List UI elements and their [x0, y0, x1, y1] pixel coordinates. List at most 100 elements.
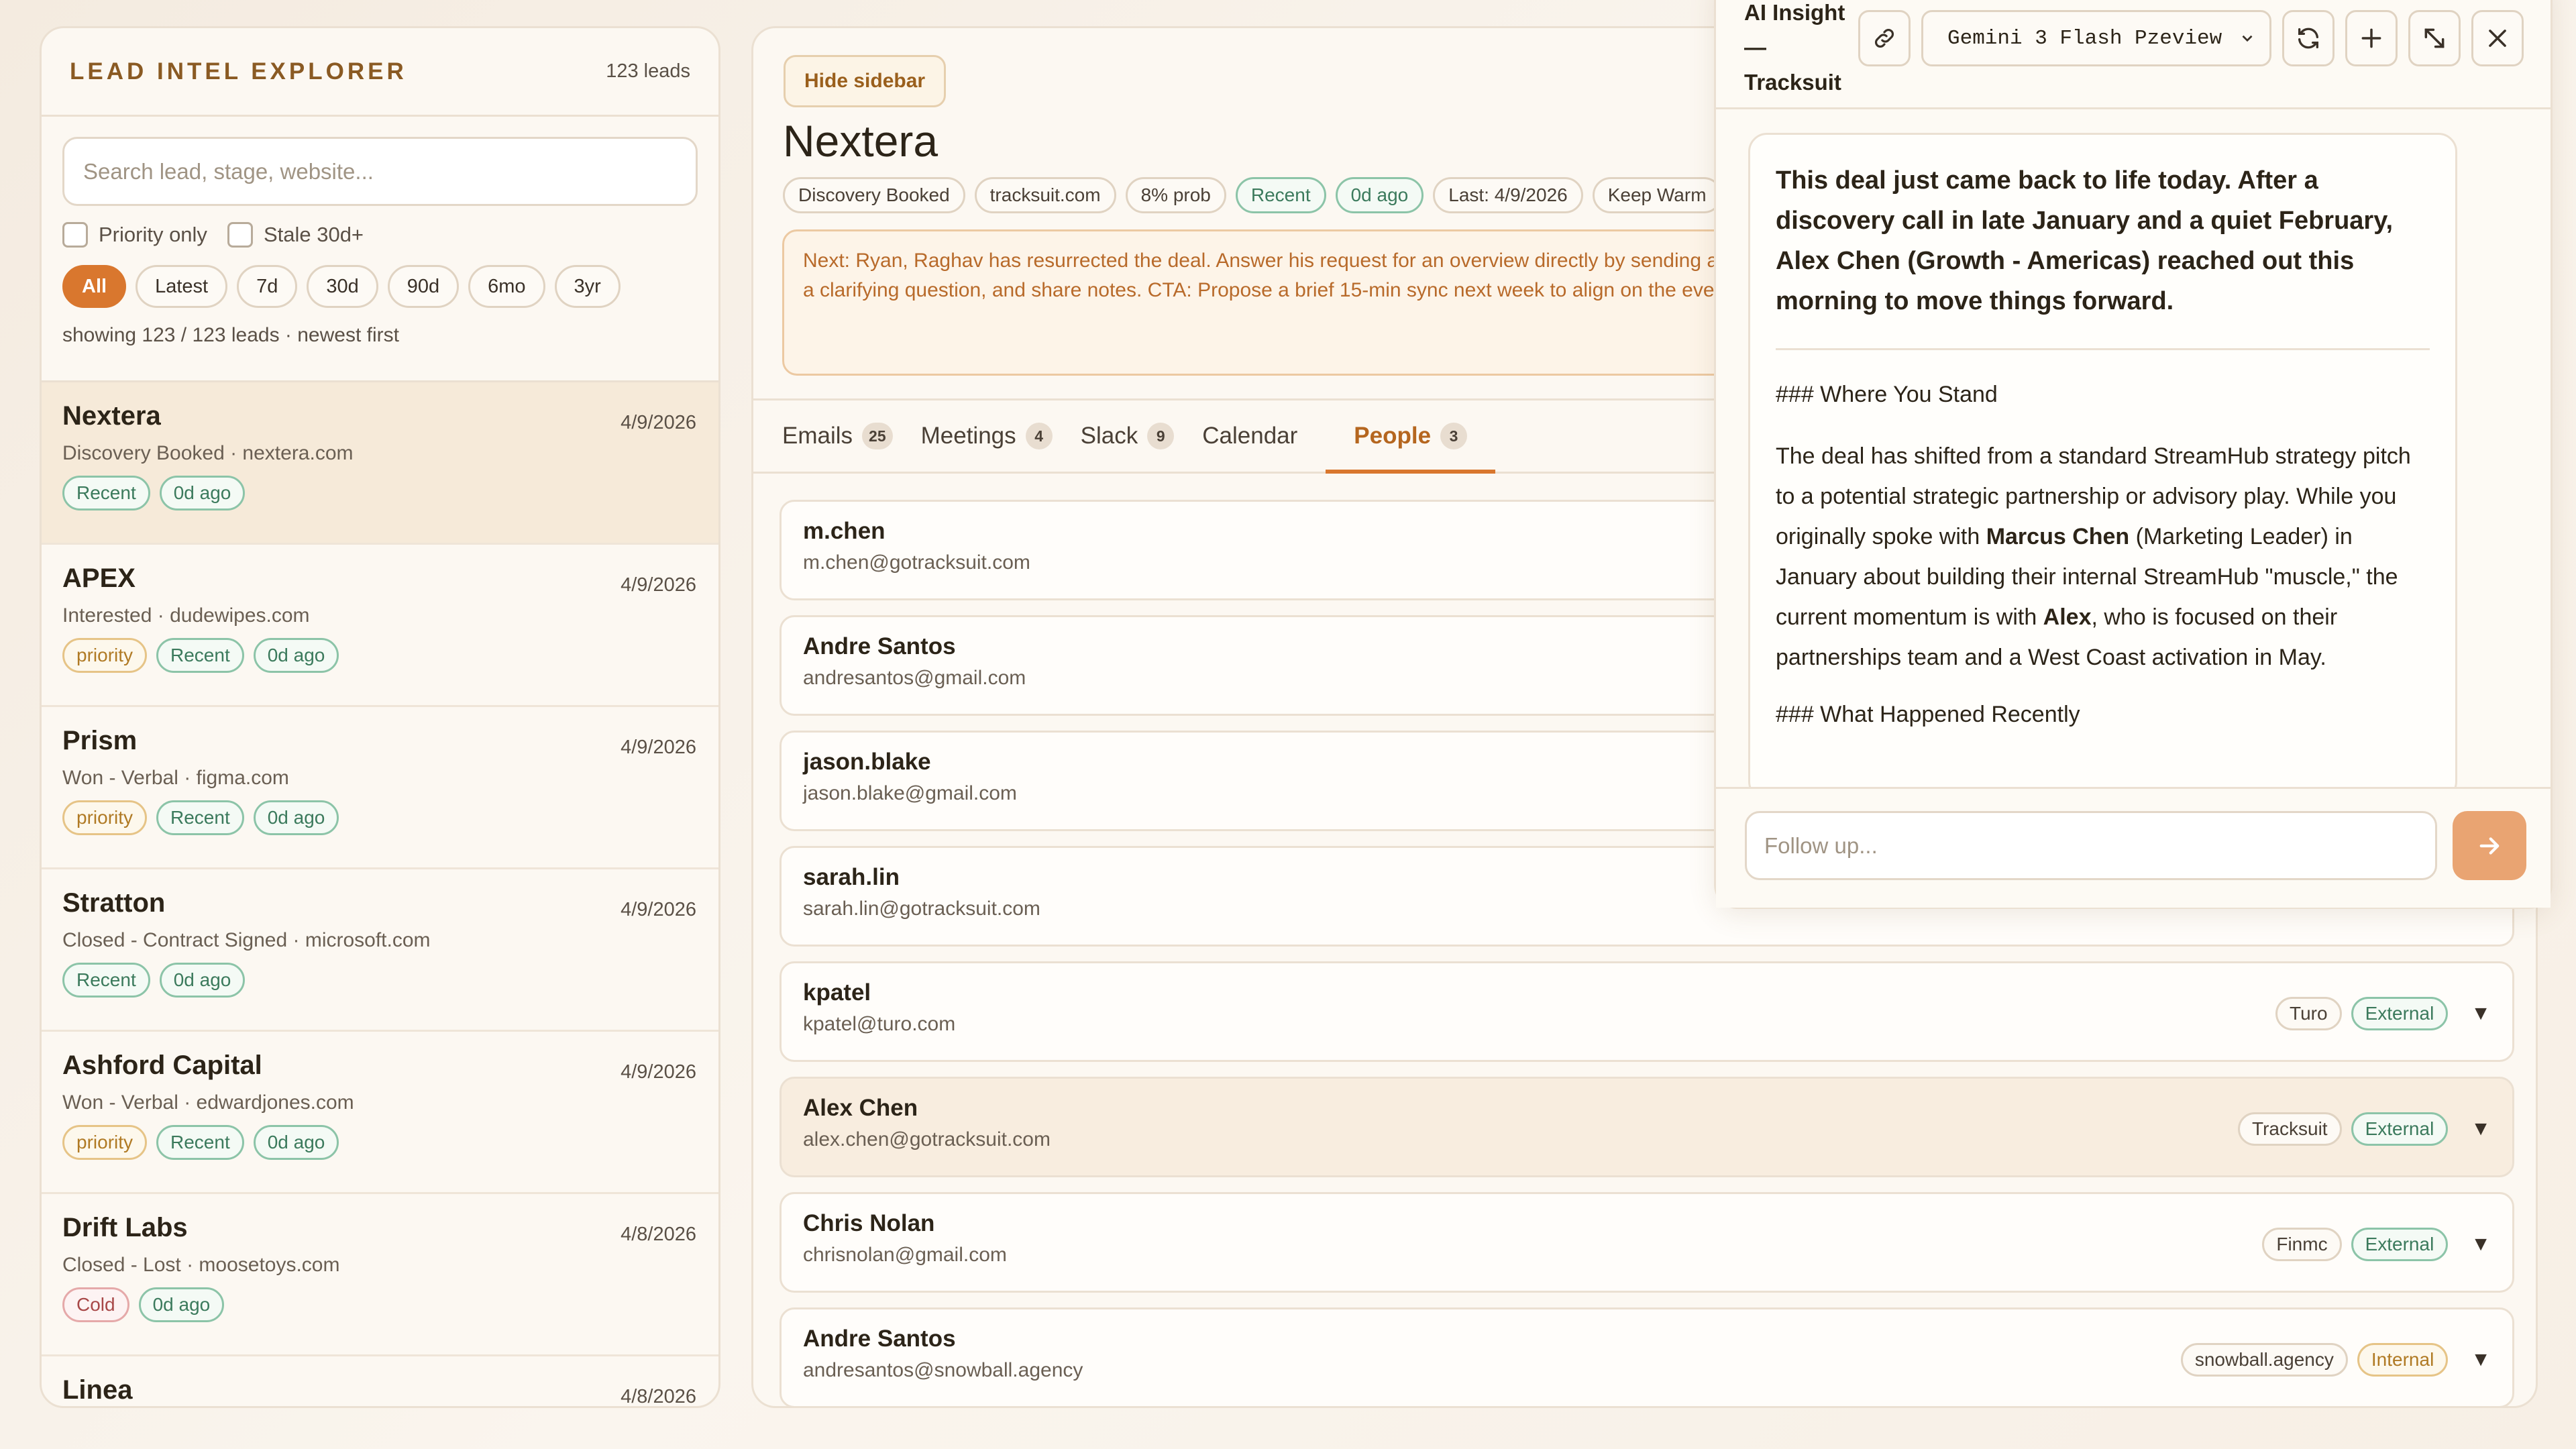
send-button[interactable]: [2453, 811, 2526, 880]
hide-sidebar-button[interactable]: Hide sidebar: [784, 55, 947, 107]
lead-chip: Recent: [1235, 177, 1326, 213]
divider: [1776, 348, 2430, 350]
search-input[interactable]: Search lead, stage, website...: [62, 137, 698, 206]
lead-tags: priority Recent 0d ago: [62, 1125, 698, 1160]
ai-paragraph: The deal has shifted from a standard Str…: [1776, 436, 2430, 678]
lead-stage: Discovery Booked · nextera.com: [62, 442, 354, 464]
tab-count-badge: 3: [1440, 423, 1468, 449]
priority-only-label: Priority only: [99, 223, 207, 246]
list-item[interactable]: Drift Labs 4/8/2026 Closed - Lost · mooset…: [42, 1194, 718, 1356]
ai-summary: This deal just came back to life today. …: [1776, 166, 2394, 315]
lead-count: 123 leads: [606, 60, 690, 82]
chevron-down-icon: [2242, 35, 2253, 42]
ai-heading-what-happened: ### What Happened Recently: [1776, 702, 2080, 727]
lead-chip: tracksuit.com: [974, 177, 1116, 213]
tab-count-badge: 25: [862, 423, 893, 449]
filter-30d[interactable]: 30d: [307, 265, 378, 308]
checkbox-box[interactable]: [227, 222, 253, 248]
lead-date: 4/8/2026: [621, 1224, 696, 1245]
list-item[interactable]: Prism 4/9/2026 Won - Verbal · figma.com pri…: [42, 707, 718, 869]
sidebar-header: LEAD INTEL EXPLORER 123 leads: [42, 28, 718, 117]
person-row[interactable]: Chris Nolan chrisnolan@gmail.com Finmc Exte…: [780, 1192, 2514, 1293]
type-badge: Internal: [2357, 1343, 2449, 1377]
chevron-down-icon[interactable]: ▼: [2471, 1118, 2491, 1140]
refresh-icon[interactable]: [2282, 10, 2334, 66]
list-item[interactable]: Linea 4/8/2026: [42, 1356, 718, 1407]
lead-date: 4/8/2026: [621, 1386, 696, 1407]
list-item[interactable]: Ashford Capital 4/9/2026 Won - Verbal · ed…: [42, 1032, 718, 1194]
ai-insight-panel: AI Insight — Tracksuit Gemini 3 Flash Pz…: [1714, 0, 2553, 909]
filter-all[interactable]: All: [62, 265, 127, 308]
model-select[interactable]: Gemini 3 Flash Pzeview: [1921, 10, 2271, 66]
priority-only-checkbox[interactable]: Priority only: [62, 222, 207, 248]
checkbox-box[interactable]: [62, 222, 88, 248]
leads-sidebar: LEAD INTEL EXPLORER 123 leads Search lea…: [40, 26, 720, 1408]
ai-bold-name: Alex: [2043, 604, 2092, 630]
status-badge: Recent: [156, 800, 244, 835]
tab-calendar[interactable]: Calendar: [1202, 400, 1326, 472]
plus-icon[interactable]: [2345, 10, 2398, 66]
lead-name: Linea: [62, 1375, 133, 1405]
lead-tags: priority Recent 0d ago: [62, 638, 698, 673]
lead-date: 4/9/2026: [621, 412, 696, 433]
lead-date: 4/9/2026: [621, 1061, 696, 1083]
tab-meetings[interactable]: Meetings 4: [921, 400, 1081, 472]
ai-title: AI Insight — Tracksuit: [1744, 0, 1845, 95]
status-badge: 0d ago: [253, 638, 339, 673]
expand-icon[interactable]: [2408, 10, 2461, 66]
person-tags: Finmc External ▼: [2262, 1228, 2491, 1261]
filter-90d[interactable]: 90d: [387, 265, 460, 308]
list-item[interactable]: Stratton 4/9/2026 Closed - Contract Signed…: [42, 869, 718, 1032]
lead-name: Nextera: [62, 401, 161, 431]
lead-tags: Recent 0d ago: [62, 963, 698, 998]
filter-6mo[interactable]: 6mo: [468, 265, 545, 308]
chevron-down-icon[interactable]: ▼: [2471, 1002, 2491, 1025]
org-badge: snowball.agency: [2180, 1343, 2348, 1377]
lead-stage: Won - Verbal · edwardjones.com: [62, 1091, 354, 1114]
tab-slack[interactable]: Slack 9: [1081, 400, 1203, 472]
person-row[interactable]: kpatel kpatel@turo.com Turo External ▼: [780, 961, 2514, 1062]
ai-bold-name: Marcus Chen: [1986, 524, 2130, 549]
tab-emails[interactable]: Emails 25: [782, 400, 921, 472]
filter-7d[interactable]: 7d: [237, 265, 298, 308]
tab-people[interactable]: People 3: [1326, 400, 1495, 474]
tab-label: People: [1354, 423, 1432, 449]
status-badge: Recent: [62, 963, 150, 998]
ai-insight-content: This deal just came back to life today. …: [1748, 133, 2457, 800]
lead-stage: Interested · dudewipes.com: [62, 604, 310, 627]
list-item[interactable]: Nextera 4/9/2026 Discovery Booked · nexter…: [42, 382, 718, 545]
filter-latest[interactable]: Latest: [136, 265, 228, 308]
chevron-down-icon[interactable]: ▼: [2471, 1233, 2491, 1256]
type-badge: External: [2351, 1228, 2449, 1261]
status-badge: Recent: [156, 1125, 244, 1160]
lead-date: 4/9/2026: [621, 737, 696, 758]
lead-tags: priority Recent 0d ago: [62, 800, 698, 835]
person-email: kpatel@turo.com: [803, 1013, 956, 1035]
list-item[interactable]: APEX 4/9/2026 Interested · dudewipes.com pr…: [42, 545, 718, 707]
person-row[interactable]: Alex Chen alex.chen@gotracksuit.com Tracks…: [780, 1077, 2514, 1177]
lead-list: Nextera 4/9/2026 Discovery Booked · nexter…: [42, 382, 718, 1407]
lead-name: APEX: [62, 564, 136, 593]
lead-name: Stratton: [62, 888, 166, 918]
org-badge: Tracksuit: [2238, 1112, 2342, 1146]
chevron-down-icon[interactable]: ▼: [2471, 1348, 2491, 1371]
lead-date: 4/9/2026: [621, 574, 696, 596]
tab-count-badge: 9: [1147, 423, 1175, 449]
model-name: Gemini 3 Flash Pzeview: [1947, 26, 2222, 50]
status-badge: 0d ago: [253, 1125, 339, 1160]
filter-3yr[interactable]: 3yr: [554, 265, 621, 308]
link-icon[interactable]: [1858, 10, 1911, 66]
follow-up-input[interactable]: Follow up...: [1745, 811, 2437, 880]
person-row[interactable]: Andre Santos andresantos@snowball.agency s…: [780, 1307, 2514, 1406]
lead-chip: 0d ago: [1335, 177, 1424, 213]
sidebar-controls: Search lead, stage, website... Priority …: [42, 117, 718, 382]
close-icon[interactable]: [2471, 10, 2524, 66]
stale-checkbox[interactable]: Stale 30d+: [227, 222, 364, 248]
lead-title: Nextera: [783, 116, 938, 166]
type-badge: External: [2351, 1112, 2449, 1146]
lead-name: Prism: [62, 726, 138, 755]
person-name: kpatel: [803, 979, 871, 1006]
status-badge: 0d ago: [253, 800, 339, 835]
lead-chip: Last: 4/9/2026: [1433, 177, 1583, 213]
arrow-right-icon: [2479, 837, 2500, 855]
